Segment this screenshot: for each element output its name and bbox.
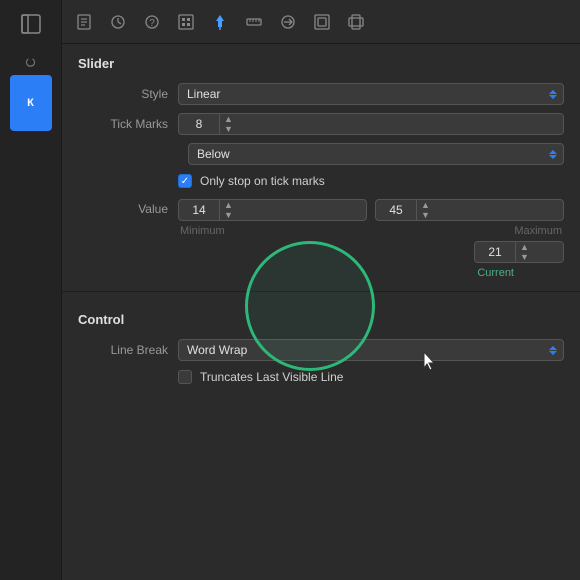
- current-down[interactable]: ▼: [516, 252, 533, 262]
- current-arrows[interactable]: ▲ ▼: [515, 242, 533, 262]
- tick-marks-up[interactable]: ▲: [220, 114, 237, 124]
- min-max-labels: Minimum Maximum: [178, 225, 564, 237]
- minimum-down[interactable]: ▼: [220, 210, 237, 220]
- style-select-arrow: [549, 90, 557, 99]
- current-label-row: Current: [178, 267, 564, 279]
- grid-icon[interactable]: [172, 8, 200, 36]
- current-stepper[interactable]: 21 ▲ ▼: [474, 241, 564, 263]
- checkbox-row: ✓ Only stop on tick marks: [62, 169, 580, 193]
- truncates-row: Truncates Last Visible Line: [62, 365, 580, 389]
- tick-position-row: Below: [62, 139, 580, 169]
- tick-marks-label: Tick Marks: [78, 117, 168, 131]
- rect-icon[interactable]: [342, 8, 370, 36]
- value-inputs: 14 ▲ ▼ 45 ▲ ▼: [178, 199, 564, 279]
- minimum-up[interactable]: ▲: [220, 200, 237, 210]
- style-label: Style: [78, 87, 168, 101]
- tick-position-select[interactable]: Below: [188, 143, 564, 165]
- sidebar-panel-icon[interactable]: [11, 4, 51, 44]
- style-select[interactable]: Linear: [178, 83, 564, 105]
- line-break-row: Line Break Word Wrap: [62, 335, 580, 365]
- current-value: 21: [475, 245, 515, 259]
- main-area: ?: [62, 0, 580, 580]
- current-up[interactable]: ▲: [516, 242, 533, 252]
- minimum-value: 14: [179, 203, 219, 217]
- ruler-icon[interactable]: [240, 8, 268, 36]
- doc-icon[interactable]: [70, 8, 98, 36]
- svg-text:?: ?: [149, 18, 155, 29]
- tick-marks-control: 8 ▲ ▼: [178, 113, 564, 135]
- tick-marks-stepper[interactable]: 8 ▲ ▼: [178, 113, 564, 135]
- section-divider: [62, 291, 580, 292]
- sidebar-blue-block[interactable]: К: [10, 75, 52, 131]
- minimum-arrows[interactable]: ▲ ▼: [219, 200, 237, 220]
- tick-position-control: Below: [188, 143, 564, 165]
- value-label: Value: [78, 199, 168, 216]
- help-icon[interactable]: ?: [138, 8, 166, 36]
- pin-icon[interactable]: [206, 8, 234, 36]
- line-break-label: Line Break: [78, 343, 168, 357]
- minimum-stepper[interactable]: 14 ▲ ▼: [178, 199, 367, 221]
- tick-marks-row: Tick Marks 8 ▲ ▼: [62, 109, 580, 139]
- current-row: 21 ▲ ▼: [178, 241, 564, 263]
- tick-marks-value: 8: [179, 117, 219, 131]
- style-control: Linear: [178, 83, 564, 105]
- maximum-arrows[interactable]: ▲ ▼: [416, 200, 434, 220]
- value-row: Value 14 ▲ ▼ 4: [62, 193, 580, 283]
- maximum-up[interactable]: ▲: [417, 200, 434, 210]
- tick-marks-arrows[interactable]: ▲ ▼: [219, 114, 237, 134]
- properties-panel: Slider Style Linear Tick Marks: [62, 44, 580, 580]
- tick-position-arrow: [549, 150, 557, 159]
- line-break-control: Word Wrap: [178, 339, 564, 361]
- line-break-select[interactable]: Word Wrap: [178, 339, 564, 361]
- truncates-checkbox[interactable]: [178, 370, 192, 384]
- style-row: Style Linear: [62, 79, 580, 109]
- min-max-row: 14 ▲ ▼ 45 ▲ ▼: [178, 199, 564, 221]
- maximum-label: Maximum: [514, 225, 562, 237]
- maximum-down[interactable]: ▼: [417, 210, 434, 220]
- maximum-value: 45: [376, 203, 416, 217]
- layers-icon[interactable]: [308, 8, 336, 36]
- control-section-header: Control: [62, 300, 580, 335]
- line-break-arrow: [549, 346, 557, 355]
- maximum-stepper[interactable]: 45 ▲ ▼: [375, 199, 564, 221]
- tick-marks-down[interactable]: ▼: [220, 124, 237, 134]
- sidebar-text: С: [23, 56, 38, 67]
- arrow-icon[interactable]: [274, 8, 302, 36]
- current-label: Current: [477, 267, 514, 279]
- only-stop-checkbox[interactable]: ✓: [178, 174, 192, 188]
- sidebar: С К: [0, 0, 62, 580]
- toolbar: ?: [62, 0, 580, 44]
- minimum-label: Minimum: [180, 225, 225, 237]
- only-stop-label: Only stop on tick marks: [200, 174, 325, 188]
- clock-icon[interactable]: [104, 8, 132, 36]
- truncates-label: Truncates Last Visible Line: [200, 370, 343, 384]
- slider-section-header: Slider: [62, 44, 580, 79]
